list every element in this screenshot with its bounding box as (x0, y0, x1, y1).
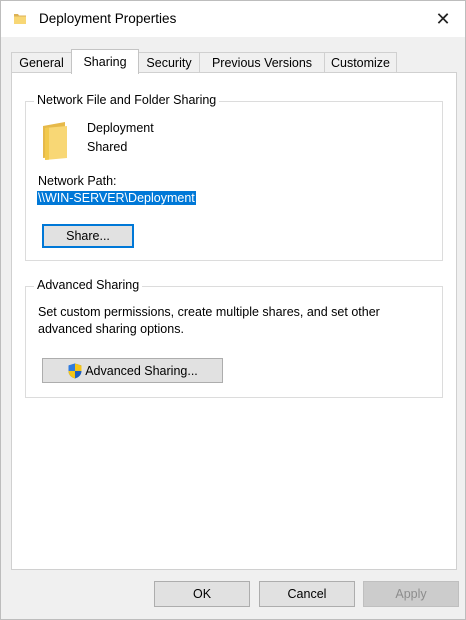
network-path-label: Network Path: (38, 174, 117, 188)
tab-previous-versions[interactable]: Previous Versions (199, 52, 325, 72)
title-bar: Deployment Properties ✕ (1, 1, 465, 37)
tab-security[interactable]: Security (138, 52, 200, 72)
folder-status: Shared (87, 140, 128, 154)
folder-icon (14, 14, 26, 24)
advanced-sharing-button[interactable]: Advanced Sharing... (42, 358, 223, 383)
group-legend: Advanced Sharing (34, 278, 143, 292)
share-button[interactable]: Share... (42, 224, 134, 248)
tab-label: Security (146, 55, 192, 70)
tab-customize[interactable]: Customize (324, 52, 397, 72)
group-legend: Network File and Folder Sharing (34, 93, 220, 107)
uac-shield-icon (68, 363, 82, 378)
network-sharing-group: Network File and Folder Sharing Deployme… (25, 93, 443, 261)
ok-button-label: OK (192, 587, 212, 601)
advanced-sharing-description-line2: advanced sharing options. (38, 322, 184, 336)
apply-button[interactable]: Apply (363, 581, 459, 607)
tab-label: Previous Versions (211, 55, 313, 70)
advanced-sharing-description-line1: Set custom permissions, create multiple … (38, 305, 380, 319)
cancel-button[interactable]: Cancel (259, 581, 355, 607)
close-icon: ✕ (435, 8, 451, 29)
ok-button[interactable]: OK (154, 581, 250, 607)
close-button[interactable]: ✕ (421, 1, 465, 37)
tab-sharing[interactable]: Sharing (71, 49, 139, 74)
window-title: Deployment Properties (39, 11, 177, 26)
advanced-sharing-group: Advanced Sharing Set custom permissions,… (25, 278, 443, 398)
sharing-tab-panel: Network File and Folder Sharing Deployme… (11, 72, 457, 570)
folder-icon (43, 122, 67, 160)
share-button-label: Share... (66, 229, 110, 243)
tab-general[interactable]: General (11, 52, 72, 72)
cancel-button-label: Cancel (287, 587, 327, 601)
network-path-field[interactable]: \\WIN-SERVER\Deployment (37, 191, 196, 205)
tab-label: Customize (330, 55, 391, 70)
tab-label: General (19, 55, 64, 70)
apply-button-label: Apply (395, 587, 427, 601)
properties-dialog: Deployment Properties ✕ General Sharing … (0, 0, 466, 620)
folder-name: Deployment (87, 121, 154, 135)
tab-label: Sharing (83, 55, 127, 69)
advanced-sharing-button-label: Advanced Sharing... (85, 363, 198, 378)
